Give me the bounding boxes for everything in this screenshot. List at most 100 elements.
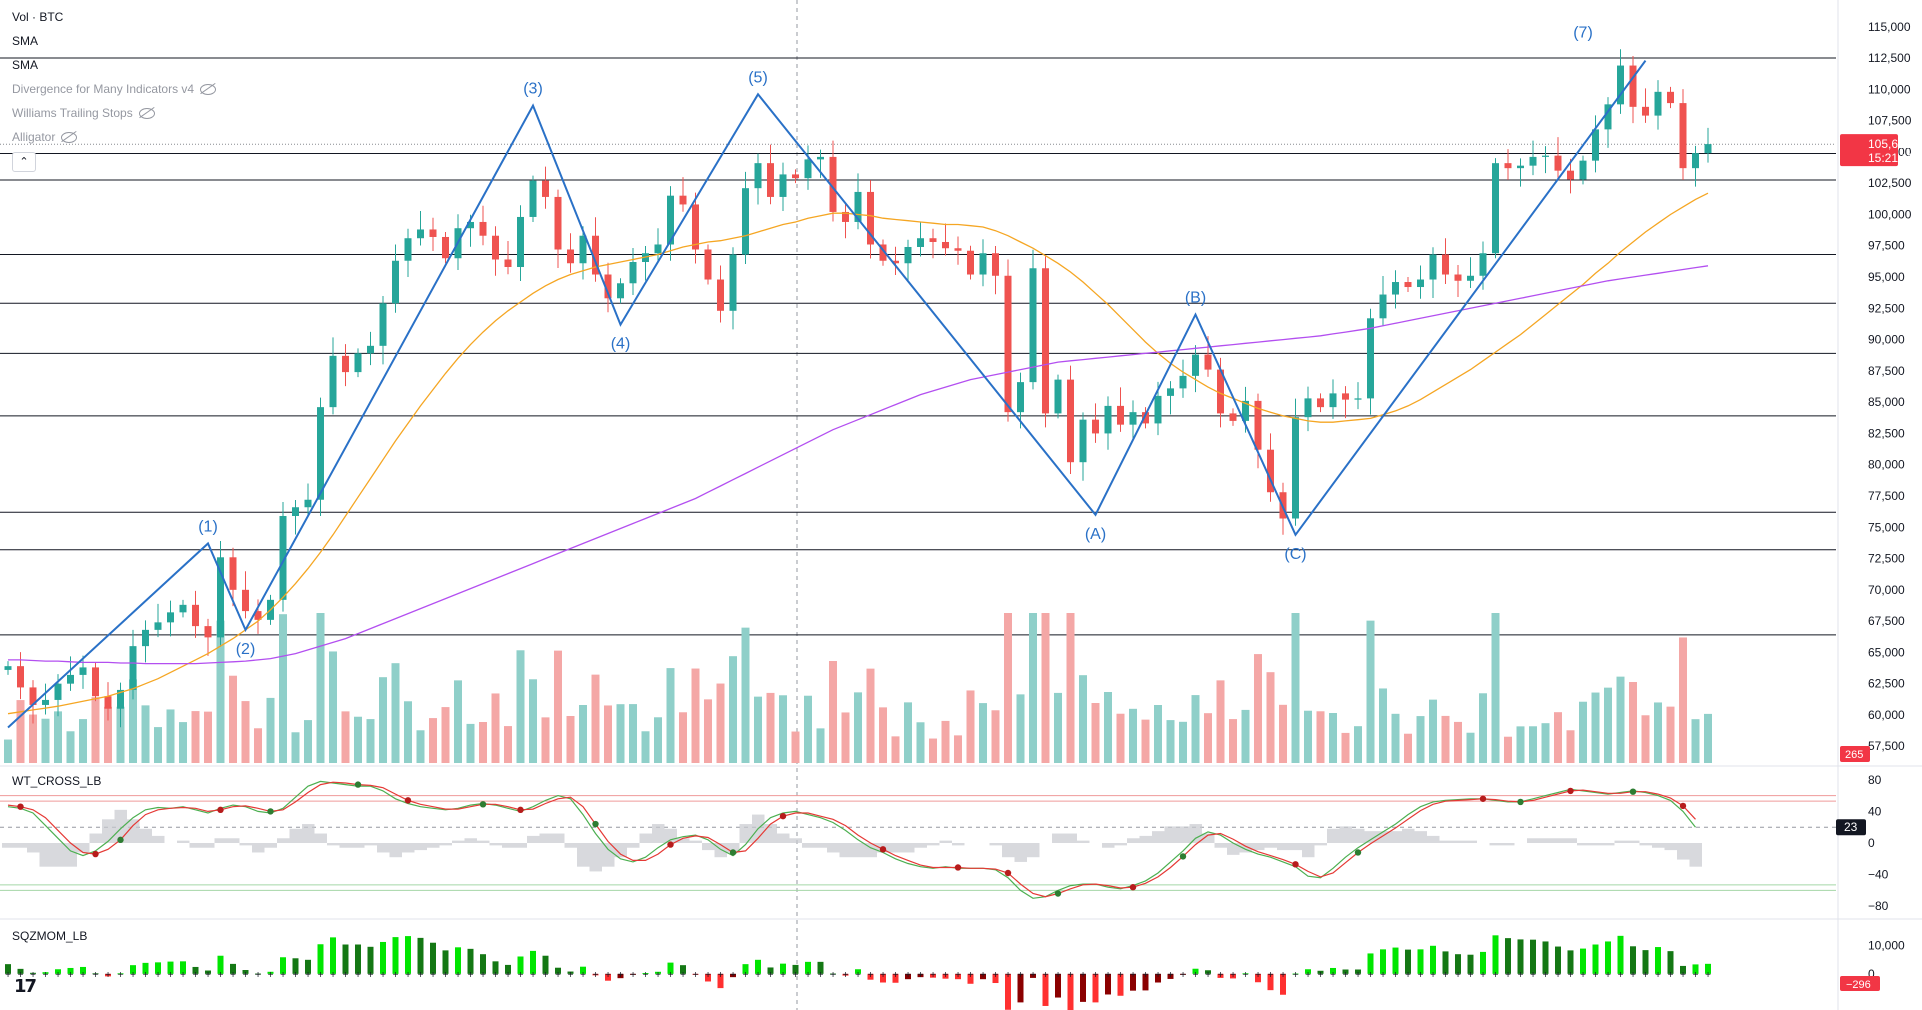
wt-diff-area	[902, 843, 915, 853]
wave-label: (4)	[611, 336, 631, 353]
candle-body	[292, 507, 299, 517]
candle-body	[1154, 395, 1162, 424]
candle-body	[1654, 91, 1662, 116]
squeeze-cross: +	[318, 970, 324, 981]
volume-bar	[1241, 709, 1250, 763]
trading-chart[interactable]: (1)(2)(3)(4)(5)(A)(B)(C)(7) + + + + + + + + + + + +…	[0, 0, 1922, 1010]
squeeze-cross: +	[1430, 970, 1436, 981]
wt-diff-area	[1014, 843, 1027, 862]
candle-body	[1667, 91, 1674, 104]
wt-diff-area	[1302, 843, 1315, 858]
wt-diff-area	[627, 843, 640, 848]
tradingview-logo-icon[interactable]: 17	[14, 976, 37, 997]
candle-body	[1642, 106, 1649, 116]
candle-body	[404, 238, 412, 261]
hidden-eye-icon[interactable]	[200, 84, 217, 96]
wt-diff-area	[352, 843, 365, 848]
squeeze-cross: +	[630, 970, 636, 981]
squeeze-cross: +	[930, 970, 936, 981]
wt-diff-area	[27, 843, 40, 853]
momentum-pane-title[interactable]: SQZMOM_LB	[12, 929, 87, 943]
oscillator-pane-title[interactable]: WT_CROSS_LB	[12, 774, 101, 788]
legend-sma-1[interactable]: SMA	[12, 34, 38, 48]
candle-body	[1592, 129, 1599, 161]
price-axis-tick: 87,500	[1868, 364, 1905, 378]
price-pane[interactable]: (1) (2) (3) (4) (5) (A) (B) (C) (7)	[0, 0, 1922, 1010]
candle-body	[579, 235, 587, 264]
legend-sma-2[interactable]: SMA	[12, 58, 38, 72]
wt-diff-area	[1127, 838, 1140, 843]
squeeze-cross: +	[193, 970, 199, 981]
hidden-eye-icon[interactable]	[61, 132, 78, 144]
squeeze-cross: +	[730, 970, 736, 981]
wt-cross-dot	[217, 806, 224, 814]
price-axis-tick: 100,000	[1868, 207, 1912, 221]
wt-diff-area	[1139, 835, 1152, 843]
volume-bar	[266, 697, 275, 763]
volume-bar	[16, 700, 25, 763]
wt-diff-area	[1489, 843, 1502, 846]
wt-diff-area	[952, 843, 965, 846]
volume-bar	[616, 704, 625, 763]
wt-cross-dot	[1129, 884, 1137, 891]
price-axis-tick: 67,500	[1868, 614, 1905, 628]
wt-cross-pane[interactable]	[0, 780, 1836, 899]
volume-bar	[1441, 715, 1450, 763]
candle-body	[817, 156, 824, 160]
squeeze-cross: +	[430, 970, 436, 981]
volume-bar	[679, 712, 687, 763]
candle-body	[1304, 398, 1312, 418]
squeeze-cross: +	[843, 970, 849, 981]
wt-diff-area	[77, 843, 90, 853]
squeeze-momentum-pane[interactable]: + + + + + + + + + + + + + + + + + + + + + + + + + + + + + + + + + + + + + + + +…	[5, 935, 1711, 1010]
volume-bar	[179, 722, 187, 763]
legend-symbol[interactable]: Vol · BTC	[12, 10, 63, 24]
candle-body	[1554, 155, 1562, 171]
candle-body	[17, 666, 24, 688]
candle-body	[929, 238, 937, 242]
volume-bar	[379, 677, 387, 763]
legend-divergence[interactable]: Divergence for Many Indicators v4	[12, 82, 217, 96]
elliott-wave-line	[7, 60, 1647, 729]
wt-cross-dot	[1292, 861, 1299, 868]
volume-bar	[629, 704, 637, 763]
wt-cross-dot	[117, 836, 124, 844]
candle-body	[1679, 103, 1687, 169]
volume-bar	[366, 719, 375, 763]
squeeze-cross: +	[755, 970, 761, 981]
price-axis-tick: 70,000	[1868, 583, 1905, 597]
volume-bar	[1266, 672, 1275, 763]
squeeze-cross: +	[793, 970, 799, 981]
volume-bar	[641, 731, 650, 763]
hidden-eye-icon[interactable]	[138, 108, 155, 120]
squeeze-cross: +	[1468, 970, 1474, 981]
squeeze-cross: +	[43, 970, 49, 981]
legend-williams-stops[interactable]: Williams Trailing Stops	[12, 106, 155, 120]
volume-bar	[1529, 726, 1537, 763]
oscillator-current-value: 23	[1844, 820, 1858, 834]
volume-bar	[991, 710, 1000, 763]
wt-diff-area	[89, 833, 102, 843]
wt-diff-area	[1627, 840, 1640, 843]
momentum-bar	[417, 937, 424, 974]
candle-body	[379, 303, 387, 346]
squeeze-cross: +	[580, 970, 586, 981]
collapse-legend-button[interactable]: ⌃	[12, 152, 36, 172]
squeeze-cross: +	[1493, 970, 1499, 981]
volume-bar	[1679, 637, 1687, 763]
volume-bar	[1229, 719, 1237, 763]
legend-alligator[interactable]: Alligator	[12, 130, 78, 144]
squeeze-cross: +	[1193, 970, 1199, 981]
wt-cross-dot	[592, 820, 599, 828]
wt-cross-dot	[1479, 795, 1487, 802]
candle-body	[1179, 375, 1187, 389]
volume-bar	[979, 703, 987, 763]
price-axis-tick: 85,000	[1868, 395, 1905, 409]
price-axis-tick: 90,000	[1868, 333, 1905, 347]
volume-bar	[854, 692, 862, 763]
oscillator-axis-tick: 0	[1868, 836, 1875, 850]
volume-bar	[529, 679, 537, 763]
candle-body	[1192, 354, 1199, 376]
price-axis[interactable]: 115,000112,500110,000107,500105,000102,5…	[1836, 20, 1914, 991]
wt-diff-area	[852, 843, 865, 858]
